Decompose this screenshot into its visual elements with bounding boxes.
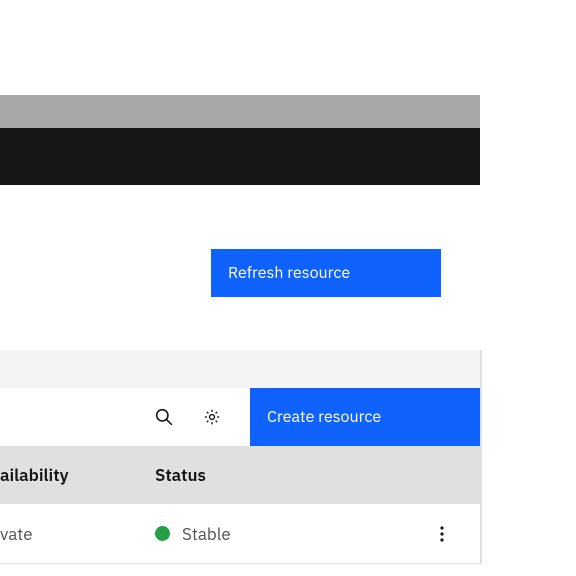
create-button-label: Create resource: [267, 407, 381, 427]
table-toolbar: Create resource: [0, 388, 480, 446]
cell-status: Stable: [155, 523, 231, 545]
status-indicator-dot: [155, 526, 170, 541]
app-header-bar: [0, 128, 480, 185]
search-icon: [155, 408, 173, 426]
panel-right-edge: [480, 350, 482, 564]
window-chrome-bar: [0, 95, 480, 128]
gear-icon: [203, 408, 221, 426]
cell-availability: vate: [0, 523, 33, 545]
refresh-button-label: Refresh resource: [228, 263, 350, 283]
row-overflow-menu[interactable]: [432, 514, 452, 554]
table-row: vate Stable: [0, 504, 480, 564]
overflow-menu-icon: [440, 525, 444, 543]
refresh-resource-button[interactable]: Refresh resource: [211, 249, 441, 297]
status-text: Stable: [182, 523, 231, 545]
create-resource-button[interactable]: Create resource: [250, 388, 480, 446]
settings-button[interactable]: [188, 393, 236, 441]
column-header-availability[interactable]: ailability: [0, 464, 69, 486]
table-header-row: ailability Status: [0, 446, 480, 504]
search-button[interactable]: [140, 393, 188, 441]
toolbar-background: [0, 350, 480, 388]
column-header-status[interactable]: Status: [155, 464, 206, 486]
